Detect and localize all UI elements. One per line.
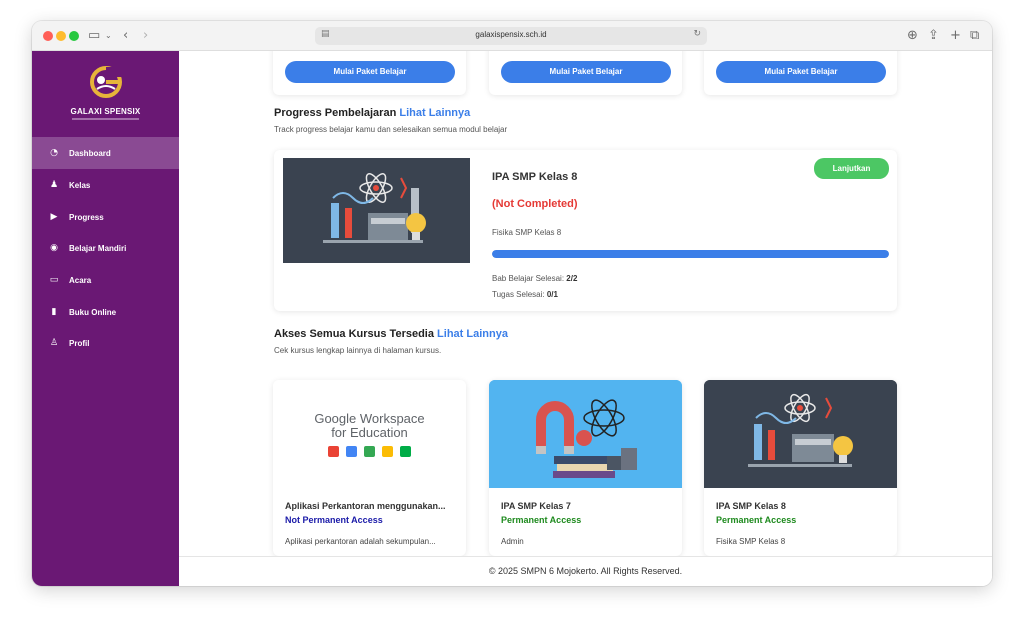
calendar-icon xyxy=(346,446,358,457)
back-icon[interactable]: ‹ xyxy=(123,27,128,45)
access-badge: Permanent Access xyxy=(501,515,582,525)
minimize-window-button[interactable] xyxy=(56,31,66,41)
section-title-text: Progress Pembelajaran xyxy=(274,107,397,119)
science-lab-illustration xyxy=(704,380,897,488)
progress-section-title: Progress Pembelajaran Lihat Lainnya xyxy=(274,107,470,119)
progress-bar-fill xyxy=(492,250,889,258)
tugas-value: 0/1 xyxy=(546,290,558,299)
course-thumbnail xyxy=(489,380,682,488)
sidebar-item-dashboard[interactable]: ◔ Dashboard xyxy=(32,137,179,169)
sidebar-item-label: Kelas xyxy=(69,180,91,190)
course-subtitle: Fisika SMP Kelas 8 xyxy=(492,228,562,237)
chevron-down-icon[interactable]: ⌄ xyxy=(105,27,112,45)
brand-tagline-decoration xyxy=(72,118,139,120)
science-lab-illustration xyxy=(283,158,470,263)
course-thumbnail xyxy=(283,158,470,263)
class-icon: ♟ xyxy=(49,180,59,190)
mulai-paket-button[interactable]: Mulai Paket Belajar xyxy=(716,61,886,83)
forward-icon[interactable]: › xyxy=(143,27,148,45)
bab-label: Bab Belajar Selesai: xyxy=(492,274,565,283)
paket-card: Mulai Paket Belajar xyxy=(489,51,682,95)
mulai-paket-button[interactable]: Mulai Paket Belajar xyxy=(501,61,671,83)
course-description: Admin xyxy=(501,537,524,546)
user-icon: ♙ xyxy=(49,338,59,348)
course-title: Aplikasi Perkantoran menggunakan... xyxy=(285,501,446,511)
google-workspace-logo: Google Workspace for Education xyxy=(273,412,466,440)
sidebar-item-label: Dashboard xyxy=(69,148,111,158)
share-icon[interactable]: ⇪ xyxy=(928,27,939,45)
course-description: Fisika SMP Kelas 8 xyxy=(716,537,786,546)
gauge-icon: ◔ xyxy=(50,148,58,158)
url-text: galaxispensix.sch.id xyxy=(475,30,547,39)
lihat-lainnya-link[interactable]: Lihat Lainnya xyxy=(399,107,470,119)
book-icon: ▮ xyxy=(51,307,57,317)
tab-overview-icon[interactable]: ⧉ xyxy=(970,27,979,45)
sidebar-item-kelas[interactable]: ♟ Kelas xyxy=(32,169,179,201)
lanjutkan-button[interactable]: Lanjutkan xyxy=(814,158,889,179)
workspace-app-icons xyxy=(273,446,466,460)
footer: © 2025 SMPN 6 Mojokerto. All Rights Rese… xyxy=(179,556,992,586)
section-title-text: Akses Semua Kursus Tersedia xyxy=(274,328,434,340)
download-icon[interactable]: ⊕ xyxy=(907,27,918,45)
sidebar-item-label: Belajar Mandiri xyxy=(69,243,127,253)
sidebar-item-progress[interactable]: ▶ Progress xyxy=(32,201,179,233)
course-thumbnail: Google Workspace for Education xyxy=(273,380,466,488)
zoom-window-button[interactable] xyxy=(69,31,79,41)
course-thumbnail xyxy=(704,380,897,488)
sidebar-item-buku-online[interactable]: ▮ Buku Online xyxy=(32,296,179,328)
courses-section-title: Akses Semua Kursus Tersedia Lihat Lainny… xyxy=(274,328,508,340)
bab-value: 2/2 xyxy=(566,274,578,283)
tugas-selesai: Tugas Selesai: 0/1 xyxy=(492,290,558,299)
course-title: IPA SMP Kelas 8 xyxy=(716,501,786,511)
tugas-label: Tugas Selesai: xyxy=(492,290,545,299)
docs-icon xyxy=(381,446,393,457)
browser-window: ▭ ⌄ ‹ › ▤ galaxispensix.sch.id ↻ ⊕ ⇪ + ⧉… xyxy=(32,21,992,586)
sidebar-item-profil[interactable]: ♙ Profil xyxy=(32,327,179,359)
brand-title: GALAXI SPENSIX xyxy=(70,107,141,116)
brand-logo[interactable]: GALAXI SPENSIX xyxy=(32,63,179,123)
close-window-button[interactable] xyxy=(43,31,53,41)
lihat-lainnya-link[interactable]: Lihat Lainnya xyxy=(437,328,508,340)
browser-toolbar: ▭ ⌄ ‹ › ▤ galaxispensix.sch.id ↻ ⊕ ⇪ + ⧉ xyxy=(32,21,992,51)
sidebar-item-label: Buku Online xyxy=(69,307,117,317)
sidebar-item-label: Progress xyxy=(69,212,104,222)
science-illustration xyxy=(489,380,682,488)
sidebar: GALAXI SPENSIX ◔ Dashboard ♟ Kelas ▶ Pro… xyxy=(32,51,179,586)
play-icon: ▶ xyxy=(50,212,58,222)
monitor-icon: ▭ xyxy=(49,275,59,285)
course-card[interactable]: IPA SMP Kelas 8 Permanent Access Fisika … xyxy=(704,380,897,556)
reload-icon[interactable]: ↻ xyxy=(693,29,701,39)
progress-section-subtitle: Track progress belajar kamu dan selesaik… xyxy=(274,125,508,134)
progress-bar xyxy=(492,250,889,258)
main-content: Mulai Paket Belajar Mulai Paket Belajar … xyxy=(179,51,992,556)
galaxi-logo-icon xyxy=(90,66,122,98)
sidebar-item-acara[interactable]: ▭ Acara xyxy=(32,264,179,296)
sidebar-item-belajar-mandiri[interactable]: ◉ Belajar Mandiri xyxy=(32,232,179,264)
logo-text-line-1: Google Workspace xyxy=(314,411,425,426)
courses-section-subtitle: Cek kursus lengkap lainnya di halaman ku… xyxy=(274,346,442,355)
drive-icon xyxy=(364,446,375,457)
course-card[interactable]: Google Workspace for Education Aplikasi … xyxy=(273,380,466,556)
sidebar-item-label: Profil xyxy=(69,338,90,348)
mulai-paket-button[interactable]: Mulai Paket Belajar xyxy=(285,61,455,83)
access-badge: Permanent Access xyxy=(716,515,797,525)
course-title: IPA SMP Kelas 7 xyxy=(501,501,571,511)
progress-card: IPA SMP Kelas 8 (Not Completed) Fisika S… xyxy=(274,150,897,311)
sidebar-toggle-icon[interactable]: ▭ xyxy=(88,27,100,45)
course-title: IPA SMP Kelas 8 xyxy=(492,171,578,183)
course-description: Aplikasi perkantoran adalah sekumpulan..… xyxy=(285,537,436,546)
paket-card: Mulai Paket Belajar xyxy=(273,51,466,95)
logo-text-line-2: for Education xyxy=(331,425,408,440)
new-tab-icon[interactable]: + xyxy=(950,27,961,45)
address-bar[interactable]: ▤ galaxispensix.sch.id ↻ xyxy=(315,27,707,45)
course-card[interactable]: IPA SMP Kelas 7 Permanent Access Admin xyxy=(489,380,682,556)
bab-selesai: Bab Belajar Selesai: 2/2 xyxy=(492,274,577,283)
paket-card: Mulai Paket Belajar xyxy=(704,51,897,95)
gmail-icon xyxy=(328,446,340,457)
sidebar-item-label: Acara xyxy=(69,275,92,285)
completion-status: (Not Completed) xyxy=(492,198,578,210)
access-badge: Not Permanent Access xyxy=(285,515,383,525)
meet-icon xyxy=(399,446,411,457)
play-circle-icon: ◉ xyxy=(50,243,58,253)
